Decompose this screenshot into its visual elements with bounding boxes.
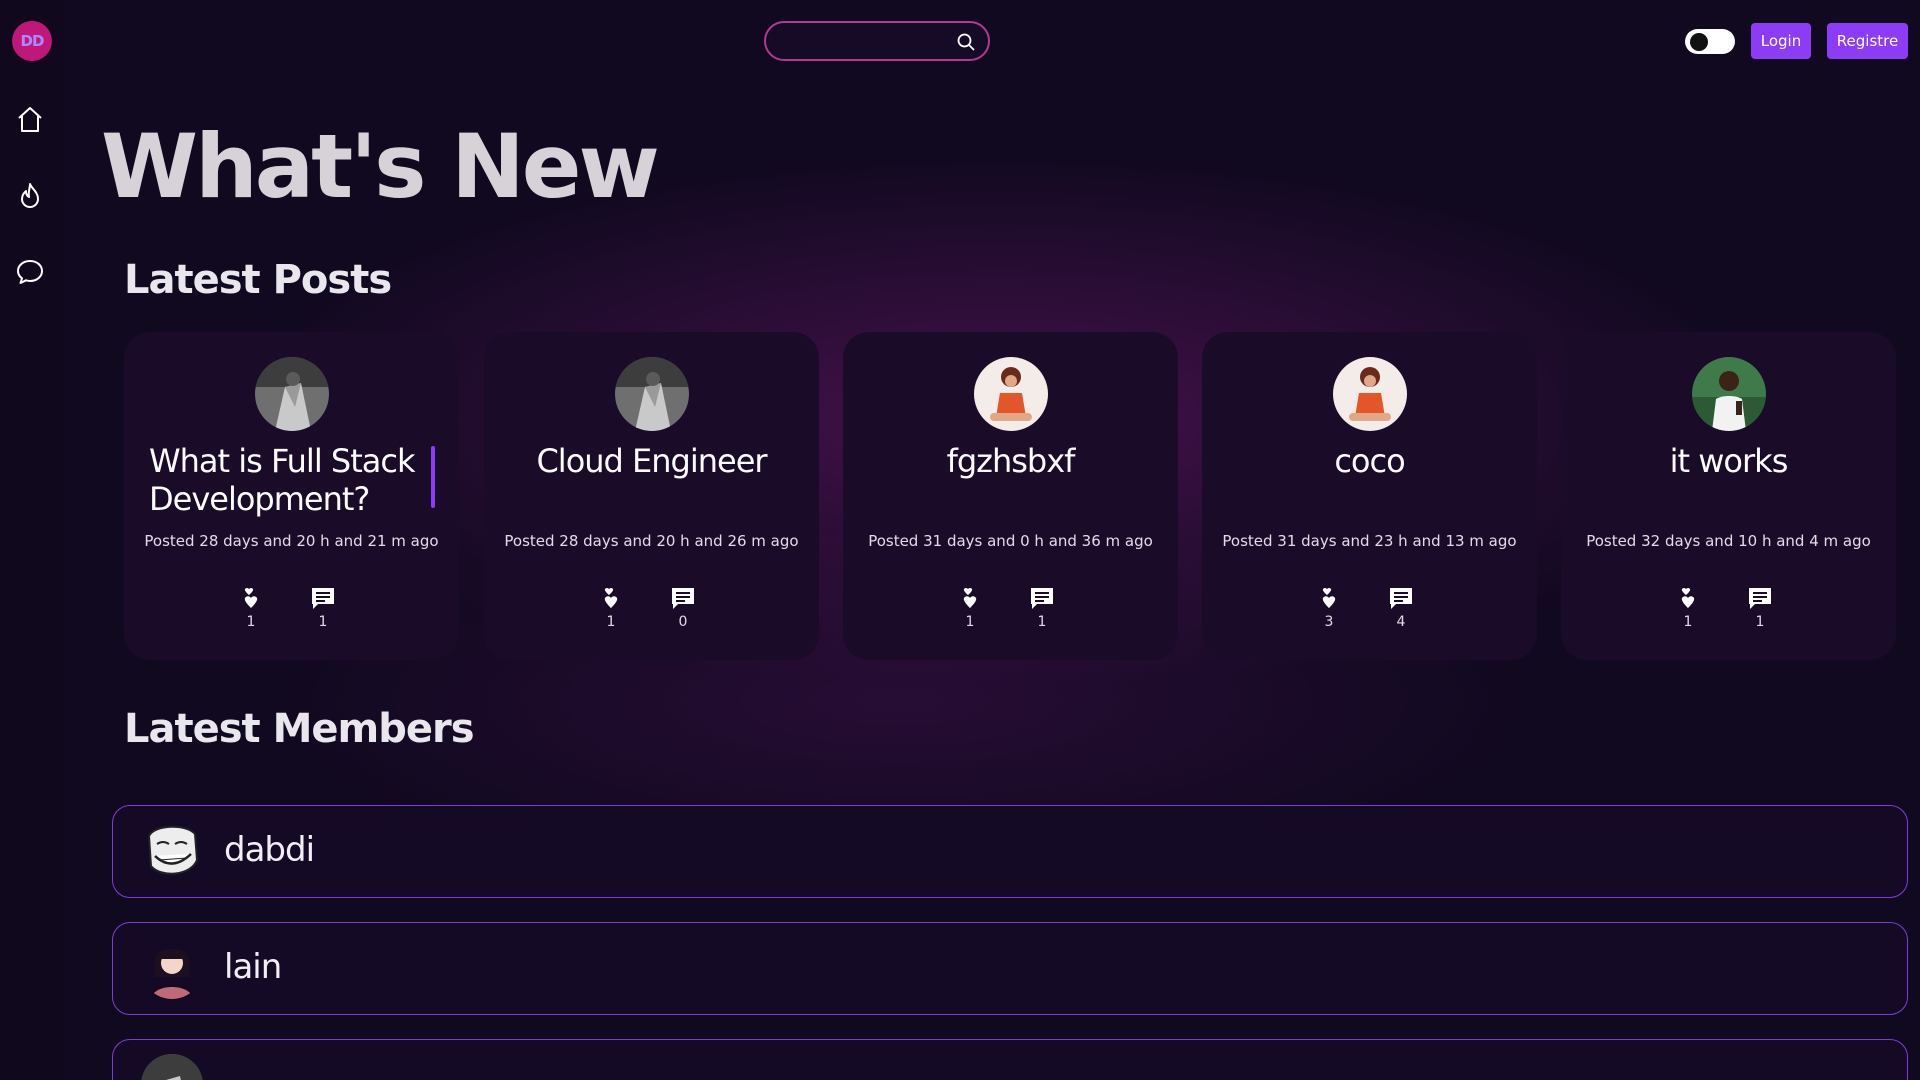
likes-count: 1 [606,614,616,630]
hearts-icon [1322,588,1336,608]
post-title[interactable]: coco [1222,442,1517,480]
orange-figure-avatar [973,357,1048,431]
likes-stat[interactable]: 3 [1309,586,1349,630]
post-time: Posted 31 days and 23 h and 13 m ago [1222,532,1517,550]
post-title[interactable]: Cloud Engineer [504,442,799,480]
post-time: Posted 28 days and 20 h and 26 m ago [504,532,799,550]
troll-face-avatar [141,820,203,882]
gray-photo-avatar [254,357,329,431]
member-row[interactable]: lain [112,922,1908,1015]
likes-stat[interactable]: 1 [231,586,271,630]
search-input[interactable] [780,31,950,51]
toggle-knob [1690,33,1708,51]
title-scrollbar[interactable] [431,446,435,508]
member-row[interactable] [112,1039,1908,1080]
latest-members-title: Latest Members [124,706,474,752]
comment-icon [1749,588,1771,609]
logo-text: DD [20,32,45,50]
comments-count: 0 [678,614,688,630]
comments-count: 1 [1755,614,1765,630]
post-title[interactable]: What is Full Stack Development? [149,442,419,518]
anime-girl-avatar [141,937,203,999]
likes-count: 1 [965,614,975,630]
likes-count: 1 [1683,614,1693,630]
page-title: What's New [101,115,660,218]
gray-photo-avatar [141,1054,203,1080]
search-bar [764,21,990,61]
login-button[interactable]: Login [1751,23,1811,59]
hearts-icon [1681,588,1695,608]
comments-stat[interactable]: 1 [1740,586,1780,630]
member-name[interactable]: dabdi [224,830,315,870]
member-row[interactable]: dabdi [112,805,1908,898]
comments-count: 1 [318,614,328,630]
comments-count: 4 [1396,614,1406,630]
app-logo[interactable]: DD [12,21,52,61]
comments-count: 1 [1037,614,1047,630]
comment-icon [1031,588,1053,609]
chat-bubble-icon [17,260,43,284]
sidebar-item-messages[interactable] [14,256,46,288]
post-title[interactable]: it works [1581,442,1876,480]
post-card[interactable]: What is Full Stack Development? Posted 2… [124,332,459,660]
sidebar-item-trending[interactable] [14,180,46,212]
latest-posts-title: Latest Posts [124,257,392,303]
comments-stat[interactable]: 1 [303,586,343,630]
flame-icon [21,183,39,208]
gray-photo-avatar [614,357,689,431]
sidebar: DD [0,0,64,1080]
post-time: Posted 28 days and 20 h and 21 m ago [144,532,439,550]
likes-stat[interactable]: 1 [1668,586,1708,630]
search-icon[interactable] [956,32,976,52]
post-card[interactable]: fgzhsbxf Posted 31 days and 0 h and 36 m… [843,332,1178,660]
post-card[interactable]: coco Posted 31 days and 23 h and 13 m ag… [1202,332,1537,660]
likes-count: 1 [246,614,256,630]
comments-stat[interactable]: 4 [1381,586,1421,630]
hearts-icon [963,588,977,608]
comments-stat[interactable]: 1 [1022,586,1062,630]
green-person-avatar [1691,357,1766,431]
comments-stat[interactable]: 0 [663,586,703,630]
register-button[interactable]: Registre [1827,23,1908,59]
likes-stat[interactable]: 1 [591,586,631,630]
post-card[interactable]: Cloud Engineer Posted 28 days and 20 h a… [484,332,819,660]
home-icon [18,107,42,132]
comment-icon [672,588,694,609]
post-title[interactable]: fgzhsbxf [863,442,1158,480]
hearts-icon [604,588,618,608]
orange-figure-avatar [1332,357,1407,431]
post-time: Posted 31 days and 0 h and 36 m ago [868,532,1153,550]
post-card[interactable]: it works Posted 32 days and 10 h and 4 m… [1561,332,1896,660]
sidebar-item-home[interactable] [14,104,46,136]
comment-icon [1390,588,1412,609]
likes-stat[interactable]: 1 [950,586,990,630]
hearts-icon [244,588,258,608]
post-time: Posted 32 days and 10 h and 4 m ago [1586,532,1871,550]
likes-count: 3 [1324,614,1334,630]
theme-toggle[interactable] [1685,29,1735,54]
comment-icon [312,588,334,609]
member-name[interactable]: lain [224,947,282,987]
